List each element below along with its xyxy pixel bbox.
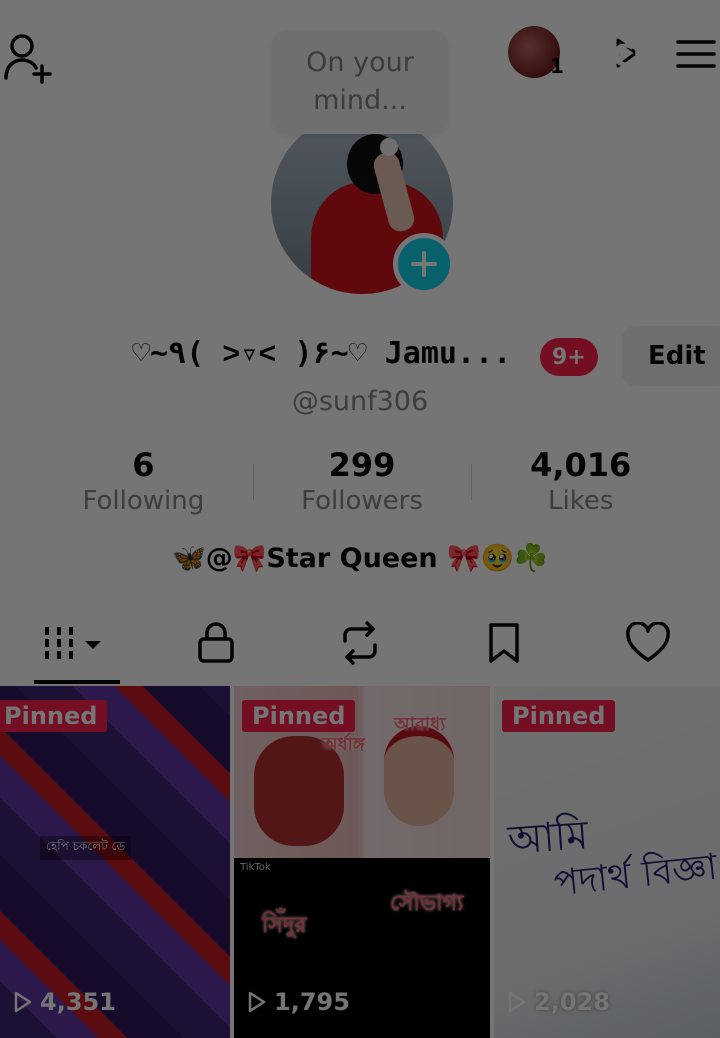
video-thumbnail[interactable]: Pinned আমি পদার্থ বিজ্ঞা 2,028 bbox=[494, 686, 720, 1038]
tab-private[interactable] bbox=[144, 602, 288, 684]
stat-likes[interactable]: 4,016 Likes bbox=[471, 446, 690, 526]
notification-badge[interactable]: 9+ bbox=[540, 338, 598, 376]
play-count-icon bbox=[248, 991, 266, 1013]
name-row: ♡~٩( ˃▿˂ )۶~♡ Jamu... 9+ Edit bbox=[0, 326, 720, 388]
tiktok-tag: TikTok bbox=[240, 862, 271, 873]
stat-label: Likes bbox=[547, 486, 614, 516]
stat-value: 6 bbox=[132, 446, 155, 484]
plus-icon bbox=[411, 251, 437, 277]
capcut-brand-text: Cut bbox=[612, 38, 668, 74]
mind-bubble[interactable]: On your mind... bbox=[272, 30, 448, 134]
tab-videos[interactable] bbox=[0, 602, 144, 684]
edit-profile-button[interactable]: Edit bbox=[622, 326, 720, 386]
heart-icon bbox=[626, 622, 670, 662]
video-thumbnail[interactable]: Pinned হেপি চকলেট ডে 4,351 bbox=[0, 686, 230, 1038]
capcut-logo-icon bbox=[564, 42, 608, 70]
stat-label: Following bbox=[82, 486, 205, 516]
capcut-watermark: Cut bbox=[564, 36, 668, 76]
video-thumbnail[interactable]: অর্ধাঙ্গ আরাধ্য TikTok সিঁদুর সৌভাগ্য Pi… bbox=[234, 686, 490, 1038]
stats-row: 6 Following 299 Followers 4,016 Likes bbox=[34, 446, 690, 526]
view-count: 4,351 bbox=[14, 988, 116, 1016]
stat-value: 4,016 bbox=[530, 446, 632, 484]
profile-page: 1 Cut On your mind... ♡~٩( ˃▿˂ )۶~♡ Jamu… bbox=[0, 0, 720, 1038]
pinned-badge: Pinned bbox=[0, 700, 108, 732]
video-caption: সৌভাগ্য bbox=[390, 891, 464, 916]
display-name: ♡~٩( ˃▿˂ )۶~♡ Jamu... bbox=[132, 336, 512, 371]
view-count-text: 2,028 bbox=[534, 988, 610, 1016]
username: @sunf306 bbox=[291, 386, 429, 417]
video-caption: আরাধ্য bbox=[394, 714, 446, 735]
video-image-detail bbox=[384, 726, 454, 826]
stat-label: Followers bbox=[301, 486, 423, 516]
stat-value: 299 bbox=[328, 446, 396, 484]
video-caption: সিঁদুর bbox=[262, 913, 307, 938]
menu-icon[interactable] bbox=[676, 38, 716, 70]
pinned-badge: Pinned bbox=[242, 700, 356, 732]
stat-followers[interactable]: 299 Followers bbox=[252, 446, 472, 526]
story-count: 1 bbox=[550, 54, 564, 78]
add-story-button[interactable] bbox=[393, 233, 455, 295]
mind-bubble-text: On your mind... bbox=[306, 47, 414, 116]
repost-icon bbox=[343, 621, 377, 665]
video-caption: অর্ধাঙ্গ bbox=[322, 734, 365, 755]
view-count: 2,028 bbox=[508, 988, 610, 1016]
play-count-icon bbox=[14, 991, 32, 1013]
tab-reposts[interactable] bbox=[288, 602, 432, 684]
play-count-icon bbox=[508, 991, 526, 1013]
grid-dropdown-icon bbox=[45, 627, 101, 659]
bubble-tail bbox=[380, 138, 398, 156]
stat-following[interactable]: 6 Following bbox=[34, 446, 253, 526]
add-friend-icon[interactable] bbox=[2, 30, 58, 86]
bio: 🦋@🎀Star Queen 🎀🥹☘️ bbox=[172, 543, 548, 574]
top-right-toolbar: 1 Cut bbox=[500, 24, 720, 84]
profile-tabs bbox=[0, 602, 720, 684]
video-grid: Pinned হেপি চকলেট ডে 4,351 অর্ধাঙ্গ আরাধ… bbox=[0, 686, 720, 1038]
video-caption: হেপি চকলেট ডে bbox=[40, 836, 132, 860]
view-count: 1,795 bbox=[248, 988, 350, 1016]
lock-icon bbox=[198, 622, 234, 663]
tab-liked[interactable] bbox=[576, 602, 720, 684]
tab-favorites[interactable] bbox=[432, 602, 576, 684]
view-count-text: 1,795 bbox=[274, 988, 350, 1016]
bookmark-icon bbox=[489, 623, 519, 663]
view-count-text: 4,351 bbox=[40, 988, 116, 1016]
pinned-badge: Pinned bbox=[502, 700, 616, 732]
